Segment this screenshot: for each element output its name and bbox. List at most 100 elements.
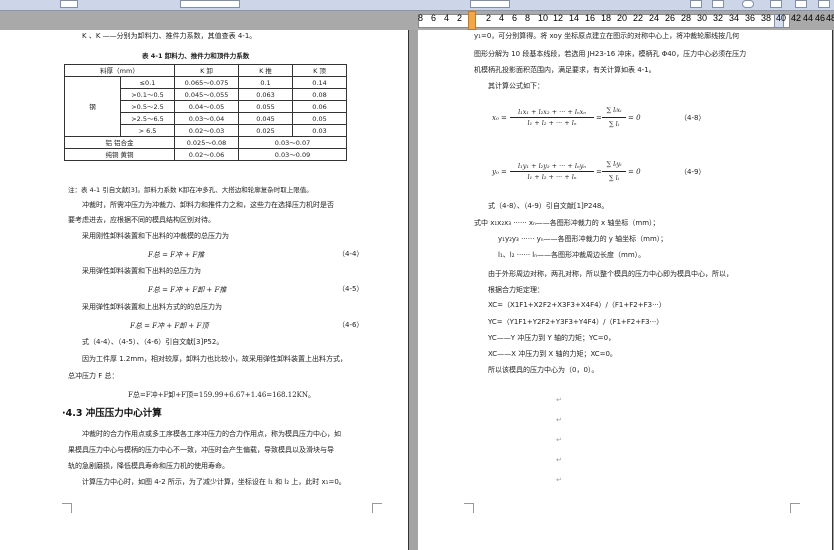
body-text: y₁y₂y₃ ······ yₙ——各图形冲裁力的 y 轴坐标（mm）； (498, 235, 668, 243)
style-box-icon[interactable] (60, 0, 78, 8)
body-text: l₁、l₂ ······ lₙ——各图形冲裁周边长度（mm）。 (498, 251, 646, 259)
margin-corner-mark (464, 503, 474, 513)
equation: F总 = F冲 + F卸 + F推 (148, 286, 227, 294)
ruler-number: 18 (601, 13, 612, 23)
table-cell: 0.05 (292, 112, 348, 125)
ruler-number: 36 (745, 13, 756, 23)
ruler-left-indent-marker[interactable] (468, 11, 476, 30)
body-text: XC=（X1F1+X2F2+X3F3+X4F4）/（F1+F2+F3···） (488, 301, 666, 309)
ruler-number: 22 (633, 13, 644, 23)
body-text: 所以该模具的压力中心为（0，0）。 (488, 366, 599, 374)
font-box-icon[interactable] (180, 0, 240, 8)
ruler-number: 16 (585, 13, 596, 23)
table-cell: 0.025 (238, 124, 294, 137)
equation-number: （4-5） (338, 285, 364, 293)
help-icon[interactable] (742, 0, 754, 8)
table-cell: >2.5～6.5 (119, 112, 176, 125)
equation-number: （4-9） (680, 168, 706, 176)
document-page-left[interactable]: K 、K ——分别为卸料力、推件力系数，其值查表 4-1。 表 4-1 卸料力、… (0, 30, 408, 550)
ruler-number: 42 (791, 13, 802, 23)
body-text: 冲裁时，所需冲压力为冲裁力、卸料力和推件力之和，这些力在选择压力机时是否 (82, 201, 334, 209)
table-cell: 0.03～0.04 (174, 112, 240, 125)
ruler-number: 32 (713, 13, 724, 23)
body-text: 由于外形周边对称，两孔对称，所以整个模具的压力中心即为模具中心，所以， (488, 270, 733, 278)
table-cell: 0.063 (238, 88, 294, 101)
equals-sign: = (596, 168, 602, 176)
ruler-number: 30 (697, 13, 708, 23)
fraction-numerator: ∑ lᵢyᵢ (606, 160, 622, 168)
table-header: K 卸 (174, 64, 240, 77)
table-cell: 0.03～0.09 (238, 148, 348, 161)
table-cell: > 6.5 (119, 124, 176, 137)
table-cell: 0.06 (292, 100, 348, 113)
body-text: 轨的急剧磨损，降低模具寿命和压力机的使用寿命。 (68, 462, 229, 470)
table-cell: 0.02～0.06 (174, 148, 240, 161)
ruler-number: 48 (826, 13, 834, 23)
fraction-denominator: l₁ + l₂ + ··· + lₙ (527, 119, 577, 127)
ruler-number: 4 (499, 13, 505, 23)
equation-lhs: x₀ = (492, 114, 507, 122)
body-text: 要考虑进去，应根据不同的模具结构区别对待。 (68, 216, 215, 224)
underline-icon[interactable] (770, 0, 782, 8)
italic-icon[interactable] (712, 0, 724, 8)
equation: F总 = F冲 + F推 (148, 251, 205, 259)
table-note: 注：表 4-1 引自文献[3]。卸料力系数 K卸在冲多孔、大搭边和轮廓复杂时取上… (68, 186, 313, 194)
menu-arrow-icon[interactable] (818, 0, 830, 8)
paragraph-mark: ↵ (556, 396, 562, 404)
table-cell: 0.08 (292, 88, 348, 101)
fraction-numerator: l₁y₁ + l₂y₂ + ··· + lₙyₙ (518, 162, 586, 170)
fraction-bar (510, 117, 594, 118)
body-text: 采用弹性卸料装置和上出料方式的的总压力为 (82, 303, 222, 311)
body-text: 计算压力中心时，如图 4-2 所示，为了减少计算，坐标设在 l₁ 和 l₂ 上，… (82, 478, 346, 486)
equation: F总=F冲+F卸+F顶=159.99+6.67+1.46=168.12KN。 (128, 391, 315, 399)
table-cell: 0.045 (238, 112, 294, 125)
table-header: K 顶 (292, 64, 348, 77)
table-cell: ≤0.1 (119, 76, 176, 89)
table-group-label: 钢 (64, 76, 121, 137)
fraction-bar (602, 171, 626, 172)
ruler-number: 12 (553, 13, 564, 23)
body-text: YC=（Y1F1+Y2F2+Y3F3+Y4F4）/（F1+F2+F3···） (488, 318, 664, 326)
ruler-number: 46 (815, 13, 826, 23)
ruler-number: 10 (538, 13, 549, 23)
body-text: 采用弹性卸料装置和下出料的总压力为 (82, 267, 201, 275)
ruler-number: 26 (665, 13, 676, 23)
body-text: K 、K ——分别为卸料力、推件力系数，其值查表 4-1。 (82, 32, 257, 40)
size-box-icon[interactable] (470, 0, 510, 8)
body-text: 冲裁时的合力作用点或多工序模各工序冲压力的合力作用点，称为模具压力中心，如 (82, 430, 341, 438)
table-cell: 0.03 (292, 124, 348, 137)
table-cell: 0.065～0.075 (174, 76, 240, 89)
fraction-numerator: l₁x₁ + l₂x₂ + ··· + lₙxₙ (518, 108, 586, 116)
ruler-number: 38 (761, 13, 772, 23)
table-cell: 0.03～0.07 (238, 136, 348, 149)
table-caption: 表 4-1 卸料力、推件力和顶件力系数 (142, 52, 250, 60)
body-text: 因为工件厚 1.2mm，相对较厚，卸料力也比较小，故采用弹性卸料装置上出料方式， (82, 355, 347, 363)
body-text: 总冲压力 F 总： (68, 372, 119, 380)
bold-icon[interactable] (690, 0, 702, 8)
body-text: y₁=0，可分别算得。将 xoy 坐标原点建立在图示的对称中心上，将冲裁轮廓线按… (474, 32, 740, 40)
table-cell: 0.025～0.08 (174, 136, 240, 149)
paragraph-mark: ↵ (556, 436, 562, 444)
margin-corner-mark (790, 503, 800, 513)
body-text: 图形分解为 10 段基本线段，若选用 JH23-16 冲床，模柄孔 Φ40，压力… (474, 50, 747, 58)
horizontal-ruler[interactable]: 8 6 4 2 2 4 6 8 10 12 14 16 18 20 22 24 … (0, 11, 834, 30)
ruler-number: 2 (457, 13, 463, 23)
table-cell: 0.02～0.03 (174, 124, 240, 137)
table-cell: 0.04～0.05 (174, 100, 240, 113)
body-text: 机模柄孔投影面积范围内，满足要求，有关计算如表 4-1。 (474, 66, 656, 74)
fraction-denominator: ∑ lᵢ (608, 174, 620, 182)
section-heading: ·4.3 冲压压力中心计算 (62, 408, 162, 419)
equation-result: = 0 (628, 168, 641, 176)
equation-lhs: y₀ = (492, 168, 507, 176)
equation-number: （4-4） (338, 250, 364, 258)
document-page-right[interactable]: y₁=0，可分别算得。将 xoy 坐标原点建立在图示的对称中心上，将冲裁轮廓线按… (418, 30, 832, 550)
table-header: K 推 (238, 64, 294, 77)
coefficient-table: 料厚（mm） K 卸 K 推 K 顶 钢 ≤0.1 0.065～0.075 0.… (63, 64, 348, 161)
body-text: YC——Y 冲压力到 Y 轴的力矩；YC=0， (488, 334, 616, 342)
equation-result: = 0 (628, 114, 641, 122)
format-icon[interactable] (795, 0, 807, 8)
table-cell: >0.5～2.5 (119, 100, 176, 113)
ruler-number: 6 (512, 13, 518, 23)
paragraph-mark: ↵ (556, 476, 562, 484)
margin-corner-mark (372, 503, 382, 513)
